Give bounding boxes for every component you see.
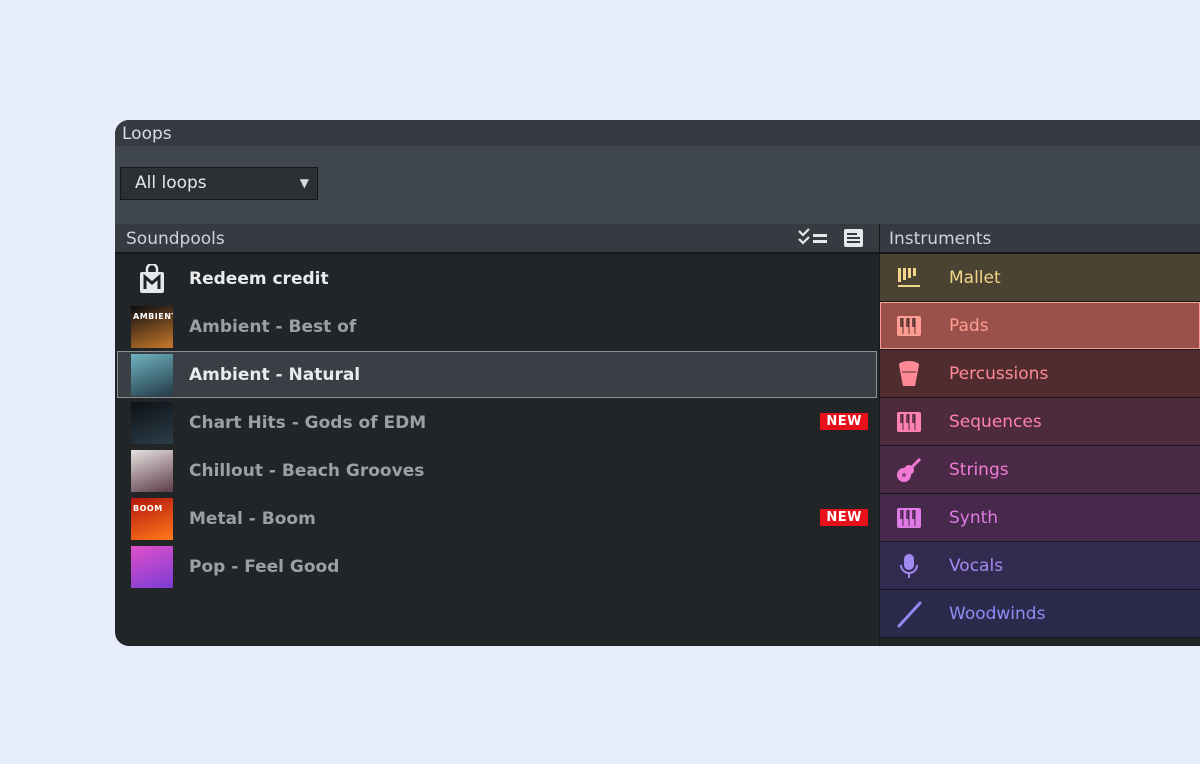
- soundpool-label: Chillout - Beach Grooves: [189, 460, 425, 481]
- soundpool-label: Pop - Feel Good: [189, 556, 340, 577]
- cover-text: AMBIENT: [133, 311, 173, 321]
- checklist-icon[interactable]: [797, 228, 833, 258]
- instrument-label: Woodwinds: [949, 603, 1046, 624]
- toolbar: All loops ▼: [115, 146, 1200, 225]
- soundpool-label: Ambient - Natural: [189, 364, 361, 385]
- soundpool-cover-image: BOOM: [131, 497, 173, 540]
- loop-filter-value: All loops: [135, 173, 207, 193]
- instrument-label: Vocals: [949, 555, 1004, 576]
- soundpool-item-metal-boom[interactable]: BOOM Metal - Boom NEW: [117, 495, 877, 542]
- instrument-label: Pads: [949, 315, 989, 336]
- soundpool-label: Chart Hits - Gods of EDM: [189, 412, 427, 433]
- panels: Soundpools Redeem credit AMBIENT Ambient…: [115, 224, 1200, 646]
- soundpool-item-pop-feel-good[interactable]: Pop - Feel Good: [117, 543, 877, 590]
- instrument-item-strings[interactable]: Strings: [880, 446, 1200, 494]
- soundpools-panel: Soundpools Redeem credit AMBIENT Ambient…: [115, 224, 879, 646]
- instruments-header: Instruments: [880, 224, 1200, 254]
- soundpool-cover-image: [131, 401, 173, 444]
- instrument-label: Mallet: [949, 267, 1001, 288]
- instrument-item-mallet[interactable]: Mallet: [880, 254, 1200, 302]
- new-badge: NEW: [820, 509, 868, 526]
- guitar-icon: [894, 455, 924, 485]
- instruments-panel: Instruments Mallet Pads Percussions Sequenc…: [879, 224, 1200, 646]
- loops-window: Loops All loops ▼ Soundpools Redeem cred…: [115, 120, 1200, 646]
- instrument-label: Strings: [949, 459, 1009, 480]
- instrument-list: Mallet Pads Percussions Sequences Strings Syn…: [880, 254, 1200, 638]
- soundpool-item-redeem-credit[interactable]: Redeem credit: [117, 255, 877, 302]
- instrument-item-sequences[interactable]: Sequences: [880, 398, 1200, 446]
- soundpool-item-ambient-best-of[interactable]: AMBIENT Ambient - Best of: [117, 303, 877, 350]
- soundpools-title: Soundpools: [126, 229, 225, 249]
- soundpool-item-ambient-natural[interactable]: Ambient - Natural: [117, 351, 877, 398]
- instrument-label: Percussions: [949, 363, 1049, 384]
- instrument-label: Synth: [949, 507, 999, 528]
- details-view-icon[interactable]: [843, 228, 865, 258]
- instrument-label: Sequences: [949, 411, 1042, 432]
- mallet-icon: [894, 263, 924, 293]
- soundpool-list: Redeem credit AMBIENT Ambient - Best of Amb…: [115, 255, 879, 590]
- soundpool-label: Ambient - Best of: [189, 316, 357, 337]
- instrument-item-pads[interactable]: Pads: [880, 302, 1200, 350]
- instrument-item-synth[interactable]: Synth: [880, 494, 1200, 542]
- instrument-item-percussions[interactable]: Percussions: [880, 350, 1200, 398]
- soundpool-item-chillout-beach-grooves[interactable]: Chillout - Beach Grooves: [117, 447, 877, 494]
- soundpool-label: Redeem credit: [189, 268, 329, 289]
- soundpool-cover-image: [131, 449, 173, 492]
- soundpools-header: Soundpools: [115, 224, 879, 254]
- shopping-bag-icon: [131, 258, 173, 300]
- loop-filter-dropdown[interactable]: All loops ▼: [120, 167, 318, 200]
- soundpool-cover-image: AMBIENT: [131, 305, 173, 348]
- keyboard-icon: [894, 407, 924, 437]
- instruments-title: Instruments: [889, 229, 992, 249]
- chevron-down-icon: ▼: [299, 176, 309, 190]
- instrument-item-vocals[interactable]: Vocals: [880, 542, 1200, 590]
- soundpool-cover-image: [131, 545, 173, 588]
- soundpool-cover-image: [131, 353, 173, 396]
- drum-icon: [894, 359, 924, 389]
- microphone-icon: [894, 551, 924, 581]
- soundpool-label: Metal - Boom: [189, 508, 316, 529]
- instrument-item-woodwinds[interactable]: Woodwinds: [880, 590, 1200, 638]
- soundpool-item-chart-hits-gods-of-edm[interactable]: Chart Hits - Gods of EDM NEW: [117, 399, 877, 446]
- cover-text: BOOM: [133, 503, 163, 513]
- keyboard-icon: [894, 503, 924, 533]
- new-badge: NEW: [820, 413, 868, 430]
- flute-icon: [894, 599, 924, 629]
- keyboard-icon: [894, 311, 924, 341]
- window-title: Loops: [115, 120, 1200, 146]
